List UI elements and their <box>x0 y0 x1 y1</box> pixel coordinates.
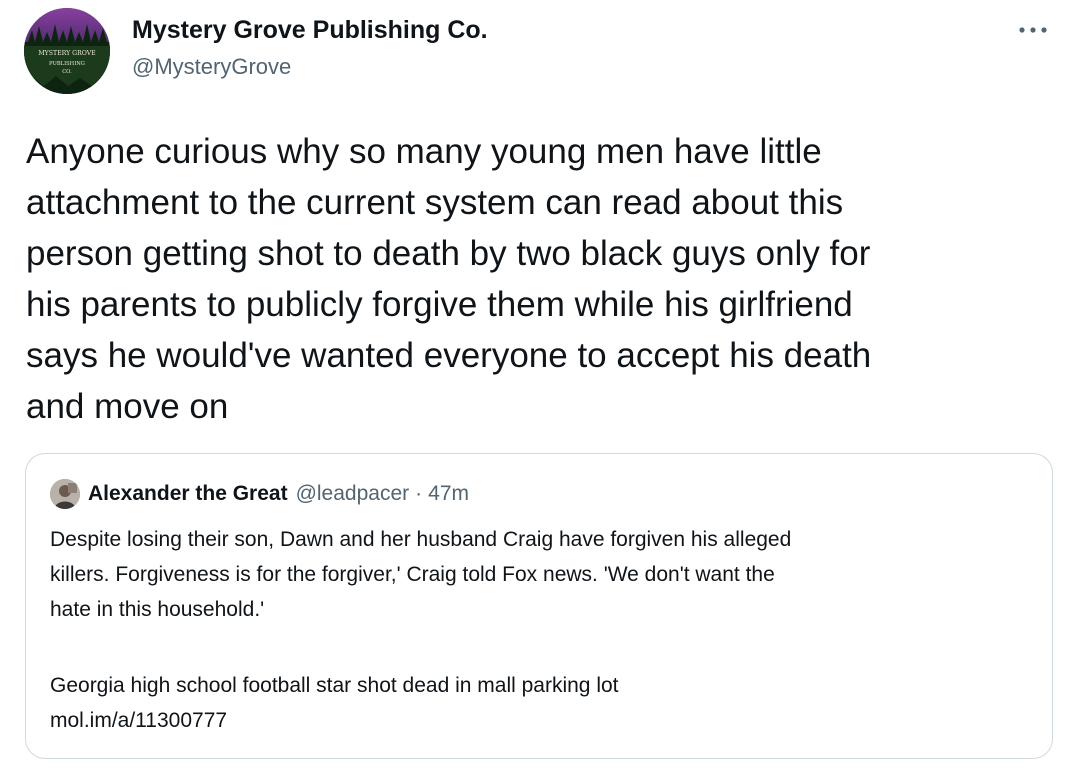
tweet-text: Anyone curious why so many young men hav… <box>26 132 872 426</box>
tweet: MYSTERY GROVE PUBLISHING CO. Mystery Gro… <box>0 0 1080 776</box>
quoted-tweet-card[interactable]: Alexander the Great @leadpacer · 47m Des… <box>25 453 1053 759</box>
author-avatar[interactable]: MYSTERY GROVE PUBLISHING CO. <box>24 8 110 94</box>
quoted-link-title: Georgia high school football star shot d… <box>50 674 619 697</box>
quoted-tweet-header: Alexander the Great @leadpacer · 47m <box>50 478 469 510</box>
svg-text:PUBLISHING: PUBLISHING <box>49 61 85 67</box>
more-horizontal-icon <box>1019 27 1047 33</box>
quoted-tweet-text: Despite losing their son, Dawn and her h… <box>50 528 792 621</box>
quoted-author-avatar[interactable] <box>50 479 80 509</box>
quoted-author-name[interactable]: Alexander the Great <box>88 482 288 506</box>
quoted-link-url[interactable]: mol.im/a/11300777 <box>50 703 227 738</box>
author-name[interactable]: Mystery Grove Publishing Co. <box>132 16 488 45</box>
meta-separator: · <box>415 482 423 505</box>
mystery-grove-logo-icon: MYSTERY GROVE PUBLISHING CO. <box>24 8 110 94</box>
user-avatar-icon <box>50 479 80 509</box>
svg-text:CO.: CO. <box>62 69 72 75</box>
author-handle[interactable]: @MysteryGrove <box>132 54 291 80</box>
more-options-button[interactable] <box>1010 12 1056 48</box>
quoted-tweet-time[interactable]: 47m <box>428 482 469 506</box>
quoted-author-handle[interactable]: @leadpacer <box>296 482 410 506</box>
svg-text:MYSTERY GROVE: MYSTERY GROVE <box>38 50 96 57</box>
